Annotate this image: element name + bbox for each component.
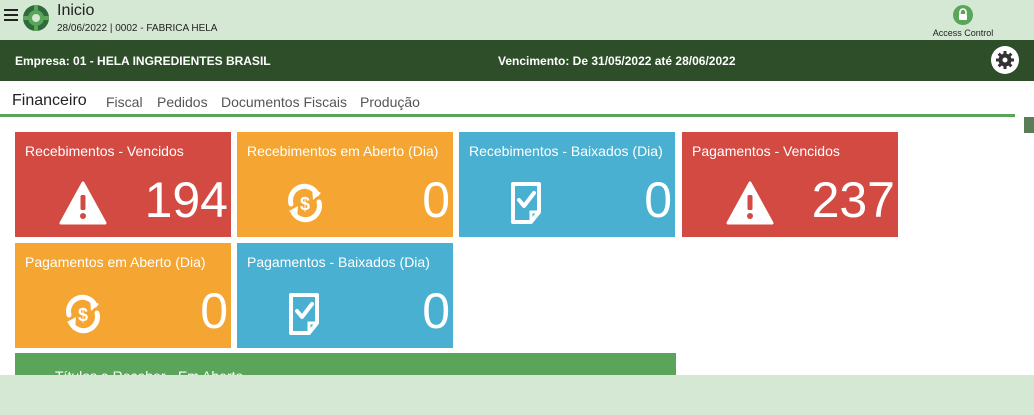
filter-bar: Empresa: 01 - HELA INGREDIENTES BRASIL V… xyxy=(0,40,1034,81)
tab-underline xyxy=(0,114,1015,117)
tile-recebimentos-vencidos[interactable]: Recebimentos - Vencidos 194 xyxy=(15,132,231,237)
settings-button[interactable] xyxy=(991,46,1019,74)
money-cycle-icon: $ xyxy=(66,294,100,334)
app-subtitle: 28/06/2022 | 0002 - FABRICA HELA xyxy=(57,23,218,34)
company-label: Empresa: 01 - HELA INGREDIENTES BRASIL xyxy=(15,54,271,68)
tile-pagamentos-aberto[interactable]: Pagamentos em Aberto (Dia) $ 0 xyxy=(15,243,231,348)
tile-value: 0 xyxy=(200,283,228,339)
tile-title: Recebimentos - Baixados (Dia) xyxy=(469,143,663,159)
money-cycle-icon: $ xyxy=(288,183,322,223)
tile-title: Pagamentos - Vencidos xyxy=(692,143,840,159)
tile-value: 194 xyxy=(144,172,228,228)
tile-title: Pagamentos em Aberto (Dia) xyxy=(25,254,206,270)
tile-value: 0 xyxy=(644,172,672,228)
warning-icon xyxy=(59,181,107,225)
tab-financeiro[interactable]: Financeiro xyxy=(12,92,87,110)
tile-value: 0 xyxy=(422,172,450,228)
gear-logo-icon xyxy=(23,5,49,31)
tile-value: 0 xyxy=(422,283,450,339)
due-date-range: Vencimento: De 31/05/2022 até 28/06/2022 xyxy=(498,54,736,68)
settings-icon xyxy=(996,51,1014,69)
tile-title: Recebimentos - Vencidos xyxy=(25,143,184,159)
access-control-button[interactable]: Access Control xyxy=(928,5,998,38)
svg-text:$: $ xyxy=(300,194,310,214)
tile-value: 237 xyxy=(811,172,895,228)
tab-producao[interactable]: Produção xyxy=(360,94,420,110)
warning-icon xyxy=(726,181,774,225)
svg-text:$: $ xyxy=(78,305,88,325)
tile-recebimentos-aberto[interactable]: Recebimentos em Aberto (Dia) $ 0 xyxy=(237,132,453,237)
access-control-label: Access Control xyxy=(932,28,994,38)
tile-pagamentos-vencidos[interactable]: Pagamentos - Vencidos 237 xyxy=(682,132,898,237)
bottom-bar xyxy=(0,375,1034,415)
menu-icon[interactable] xyxy=(4,9,18,25)
tab-pedidos[interactable]: Pedidos xyxy=(157,94,208,110)
app-title: Inicio xyxy=(57,2,95,19)
checked-document-icon xyxy=(511,182,541,224)
scrollbar-thumb[interactable] xyxy=(1024,117,1034,133)
tab-bar: Financeiro Fiscal Pedidos Documentos Fis… xyxy=(0,81,1034,118)
tile-pagamentos-baixados[interactable]: Pagamentos - Baixados (Dia) 0 xyxy=(237,243,453,348)
top-bar: Inicio 28/06/2022 | 0002 - FABRICA HELA … xyxy=(0,0,1034,40)
lock-icon xyxy=(953,5,973,25)
tab-fiscal[interactable]: Fiscal xyxy=(106,94,143,110)
tile-title: Recebimentos em Aberto (Dia) xyxy=(247,143,439,159)
checked-document-icon xyxy=(289,293,319,335)
tile-recebimentos-baixados[interactable]: Recebimentos - Baixados (Dia) 0 xyxy=(459,132,675,237)
tile-title: Pagamentos - Baixados (Dia) xyxy=(247,254,430,270)
tab-documentos-fiscais[interactable]: Documentos Fiscais xyxy=(221,94,347,110)
